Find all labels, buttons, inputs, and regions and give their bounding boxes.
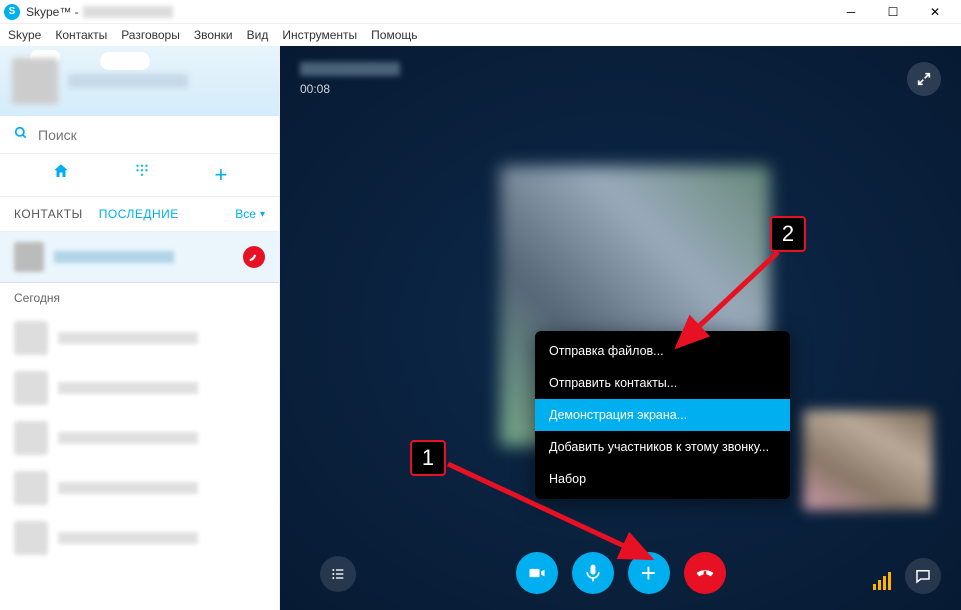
close-button[interactable]: ✕ [923,3,947,21]
list-item[interactable] [0,313,279,363]
avatar [14,521,48,555]
title-username-redacted [83,6,173,18]
dropdown-item-add-participants[interactable]: Добавить участников к этому звонку... [535,431,790,463]
search-row [0,116,279,154]
fullscreen-button[interactable] [907,62,941,96]
contact-name-redacted [58,532,198,544]
call-controls: + [280,552,961,594]
plus-button[interactable]: + [628,552,670,594]
avatar [14,242,44,272]
window-title: Skype™ - [26,5,79,19]
call-timer: 00:08 [300,82,400,96]
annotation-2: 2 [770,216,806,252]
contact-name-redacted [58,382,198,394]
hangup-mini-button[interactable] [243,246,265,268]
menu-conversations[interactable]: Разговоры [121,28,180,42]
annotation-1: 1 [410,440,446,476]
dropdown-item-dialpad[interactable]: Набор [535,463,790,495]
tab-recents[interactable]: ПОСЛЕДНИЕ [99,207,179,221]
avatar [12,58,58,104]
list-item[interactable] [0,463,279,513]
search-input[interactable] [38,127,265,143]
nav-row: + [0,154,279,197]
mic-toggle-button[interactable] [572,552,614,594]
avatar [14,321,48,355]
tab-contacts[interactable]: КОНТАКТЫ [14,207,83,221]
list-item[interactable] [0,363,279,413]
menu-calls[interactable]: Звонки [194,28,233,42]
skype-logo-icon: S [4,4,20,20]
annotation-label: 1 [410,440,446,476]
search-icon [14,126,28,143]
menu-help[interactable]: Помощь [371,28,417,42]
plus-dropdown: Отправка файлов... Отправить контакты...… [535,331,790,499]
title-bar: S Skype™ - ─ ☐ ✕ [0,0,961,24]
active-call-row[interactable] [0,232,279,283]
dialpad-icon[interactable] [133,162,151,188]
annotation-label: 2 [770,216,806,252]
profile-header[interactable] [0,46,279,116]
menu-contacts[interactable]: Контакты [55,28,107,42]
signal-strength-icon[interactable] [873,572,891,590]
profile-name-redacted [68,74,188,88]
call-header: 00:08 [300,62,400,96]
menu-skype[interactable]: Skype [8,28,41,42]
avatar [14,421,48,455]
dropdown-item-send-contacts[interactable]: Отправить контакты... [535,367,790,399]
dropdown-item-share-screen[interactable]: Демонстрация экрана... [535,399,790,431]
video-toggle-button[interactable] [516,552,558,594]
maximize-button[interactable]: ☐ [881,3,905,21]
section-today: Сегодня [0,283,279,313]
contact-name-redacted [54,251,174,263]
chevron-down-icon: ▾ [260,209,265,220]
menu-view[interactable]: Вид [247,28,269,42]
filter-label: Все [235,207,256,221]
menu-tools[interactable]: Инструменты [282,28,357,42]
self-video[interactable] [803,410,933,510]
list-item[interactable] [0,513,279,563]
menu-bar: Skype Контакты Разговоры Звонки Вид Инст… [0,24,961,46]
cloud-decor-icon [100,52,150,70]
list-item[interactable] [0,413,279,463]
avatar [14,471,48,505]
sidebar: + КОНТАКТЫ ПОСЛЕДНИЕ Все ▾ Сегодня [0,46,280,610]
contact-name-redacted [58,332,198,344]
avatar [14,371,48,405]
add-contact-icon[interactable]: + [214,162,227,188]
call-area: 00:08 Отправка файлов... Отправить конта… [280,46,961,610]
home-icon[interactable] [52,162,70,188]
contact-name-redacted [58,432,198,444]
chat-button[interactable] [905,558,941,594]
dropdown-item-send-files[interactable]: Отправка файлов... [535,335,790,367]
minimize-button[interactable]: ─ [839,3,863,21]
filter-dropdown[interactable]: Все ▾ [235,207,265,221]
hangup-button[interactable] [684,552,726,594]
contact-name-redacted [58,482,198,494]
callee-name-redacted [300,62,400,76]
tabs-row: КОНТАКТЫ ПОСЛЕДНИЕ Все ▾ [0,197,279,232]
